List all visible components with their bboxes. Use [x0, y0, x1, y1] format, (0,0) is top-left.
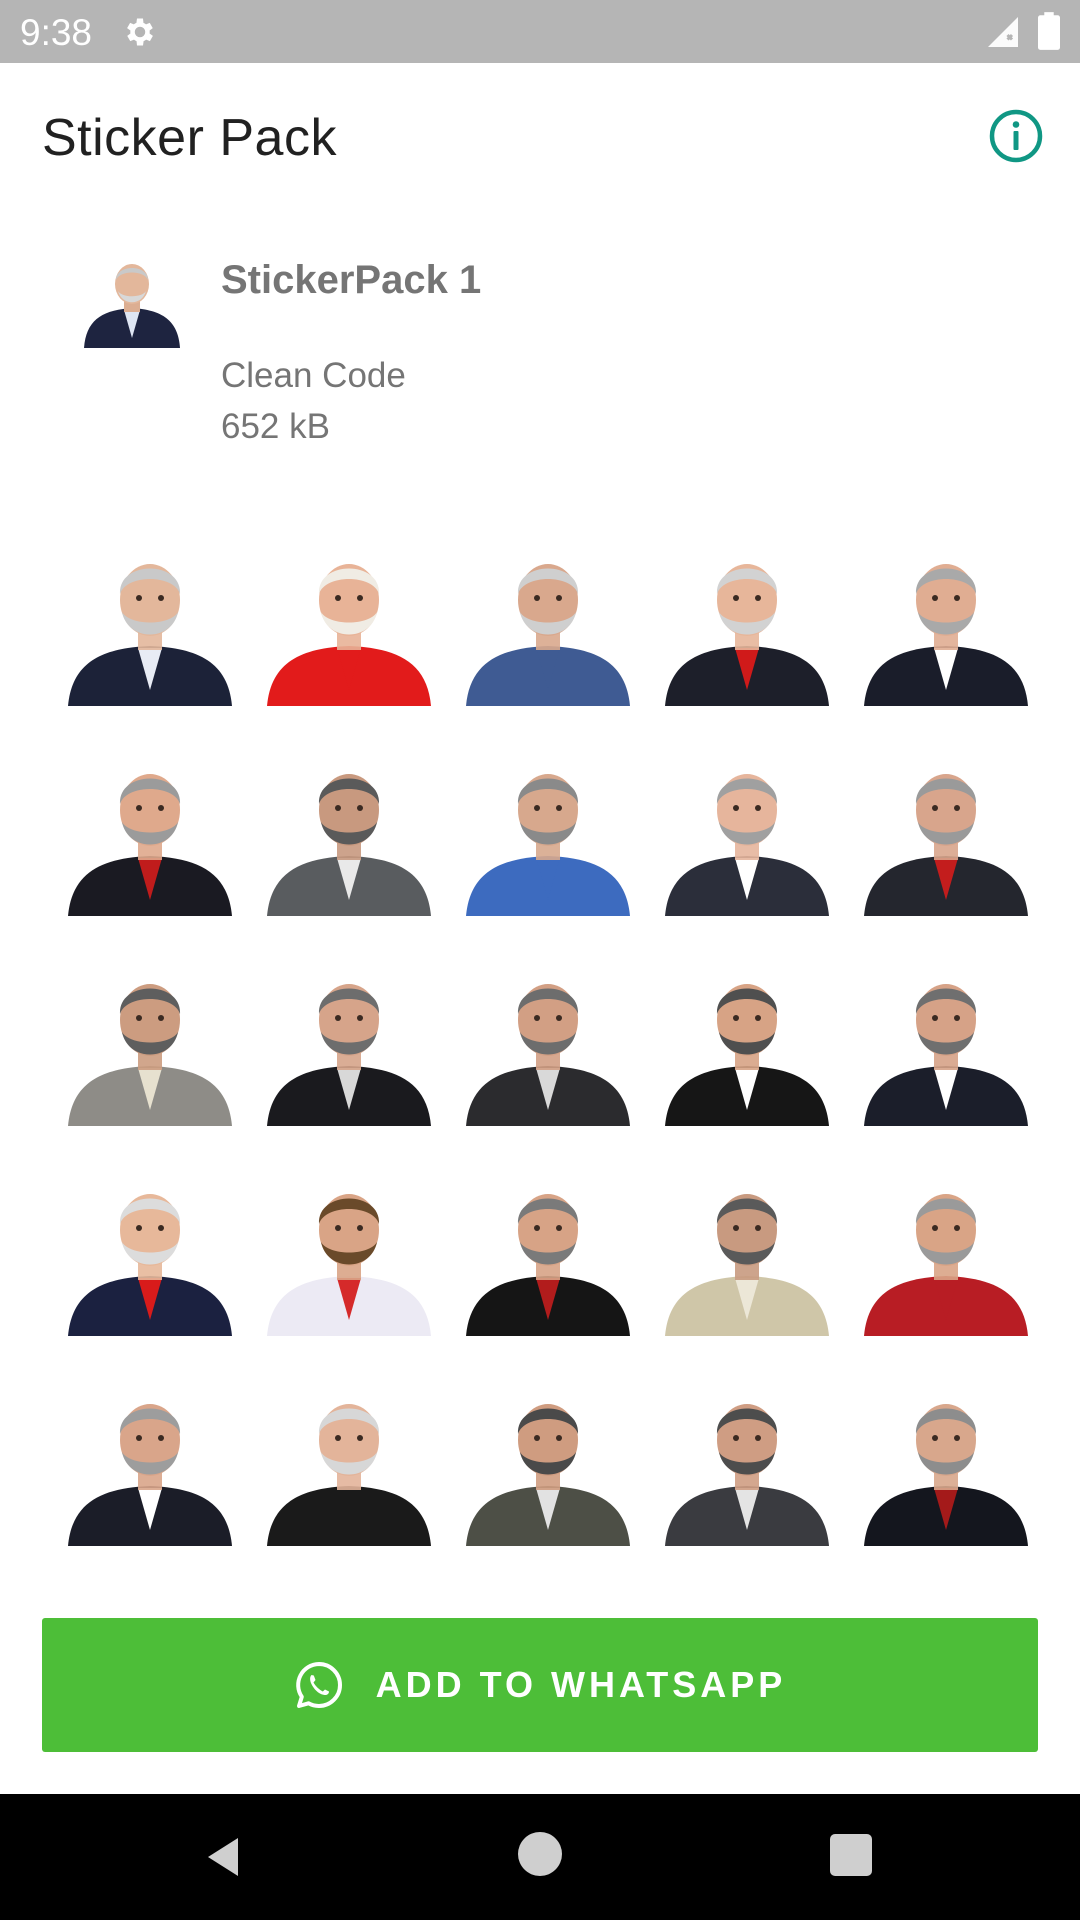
sticker-5[interactable] — [858, 530, 1034, 706]
sticker-image — [267, 1404, 431, 1546]
sticker-grid — [54, 530, 1044, 1550]
pack-size: 652 kB — [221, 407, 330, 446]
info-icon[interactable] — [988, 108, 1044, 164]
add-to-whatsapp-button[interactable]: ADD TO WHATSAPP — [42, 1618, 1038, 1752]
sticker-7[interactable] — [261, 740, 437, 916]
sticker-image — [267, 1194, 431, 1336]
sticker-image — [68, 1194, 232, 1336]
sticker-18[interactable] — [460, 1160, 636, 1336]
navigation-bar — [0, 1794, 1080, 1920]
sticker-20[interactable] — [858, 1160, 1034, 1336]
sticker-image — [665, 1194, 829, 1336]
sticker-9[interactable] — [659, 740, 835, 916]
signal-icon — [988, 17, 1018, 47]
sticker-17[interactable] — [261, 1160, 437, 1336]
sticker-image — [466, 1194, 630, 1336]
sticker-image — [267, 564, 431, 706]
sticker-3[interactable] — [460, 530, 636, 706]
back-icon[interactable] — [200, 1832, 250, 1882]
sticker-10[interactable] — [858, 740, 1034, 916]
sticker-image — [466, 984, 630, 1126]
sticker-image — [267, 774, 431, 916]
sticker-11[interactable] — [62, 950, 238, 1126]
sticker-image — [864, 774, 1028, 916]
recents-icon[interactable] — [830, 1834, 872, 1876]
sticker-image — [466, 774, 630, 916]
sticker-19[interactable] — [659, 1160, 835, 1336]
sticker-13[interactable] — [460, 950, 636, 1126]
pack-name: StickerPack 1 — [221, 258, 482, 302]
sticker-image — [665, 564, 829, 706]
battery-icon — [1038, 12, 1060, 50]
status-bar: 9:38 — [0, 0, 1080, 63]
sticker-23[interactable] — [460, 1370, 636, 1546]
sticker-15[interactable] — [858, 950, 1034, 1126]
sticker-14[interactable] — [659, 950, 835, 1126]
sticker-25[interactable] — [858, 1370, 1034, 1546]
pack-publisher: Clean Code — [221, 356, 406, 395]
sticker-image — [864, 984, 1028, 1126]
sticker-24[interactable] — [659, 1370, 835, 1546]
sticker-image — [665, 774, 829, 916]
sticker-image — [665, 1404, 829, 1546]
sticker-22[interactable] — [261, 1370, 437, 1546]
gear-icon — [127, 18, 153, 46]
sticker-6[interactable] — [62, 740, 238, 916]
sticker-image — [68, 564, 232, 706]
sticker-image — [864, 1404, 1028, 1546]
sticker-image — [68, 984, 232, 1126]
sticker-image — [665, 984, 829, 1126]
sticker-1[interactable] — [62, 530, 238, 706]
add-button-label: ADD TO WHATSAPP — [375, 1664, 787, 1705]
sticker-image — [68, 1404, 232, 1546]
status-time: 9:38 — [20, 12, 93, 53]
sticker-2[interactable] — [261, 530, 437, 706]
sticker-12[interactable] — [261, 950, 437, 1126]
page-title: Sticker Pack — [42, 109, 337, 167]
home-icon[interactable] — [518, 1832, 562, 1876]
sticker-image — [864, 1194, 1028, 1336]
sticker-image — [864, 564, 1028, 706]
sticker-8[interactable] — [460, 740, 636, 916]
tray-icon — [82, 258, 182, 348]
sticker-image — [466, 1404, 630, 1546]
sticker-image — [466, 564, 630, 706]
sticker-21[interactable] — [62, 1370, 238, 1546]
sticker-image — [68, 774, 232, 916]
sticker-image — [267, 984, 431, 1126]
whatsapp-icon — [295, 1662, 342, 1709]
sticker-4[interactable] — [659, 530, 835, 706]
sticker-16[interactable] — [62, 1160, 238, 1336]
